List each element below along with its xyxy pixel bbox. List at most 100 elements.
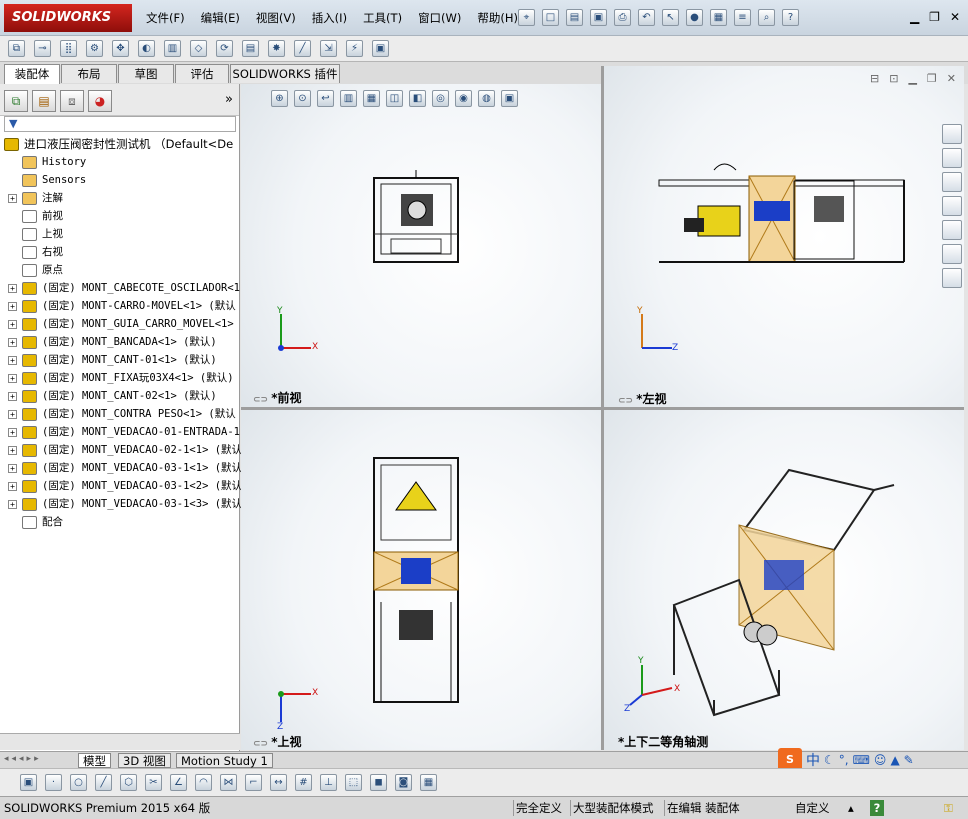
- appearance-manager-icon[interactable]: ◕: [88, 90, 112, 112]
- expand-icon[interactable]: +: [8, 392, 17, 401]
- tree-item[interactable]: 右视: [0, 244, 63, 261]
- new-document-icon[interactable]: □: [542, 9, 559, 26]
- tab-layout[interactable]: 布局: [61, 64, 117, 83]
- expand-icon[interactable]: +: [8, 338, 17, 347]
- tree-item[interactable]: + 注解: [0, 190, 63, 207]
- expand-icon[interactable]: +: [8, 482, 17, 491]
- tab-model[interactable]: 模型: [78, 753, 111, 768]
- smart-fastener-icon[interactable]: ⚙: [86, 40, 103, 57]
- chevron-up-icon[interactable]: ▴: [848, 800, 854, 816]
- tree-item[interactable]: + (固定) MONT_BANCADA<1> (默认): [0, 334, 217, 351]
- expand-icon[interactable]: +: [8, 320, 17, 329]
- viewport-front[interactable]: ⊕ ⊙ ↩ ▥ ▦ ◫ ◧ ◎ ◉ ◍ ▣ Y X ⊂⊃ *前视: [241, 84, 601, 407]
- expand-icon[interactable]: +: [8, 194, 17, 203]
- menu-view[interactable]: 视图(V): [256, 10, 296, 26]
- punctuation-icon[interactable]: °,: [839, 753, 849, 767]
- tree-item[interactable]: + (固定) MONT_VEDACAO-03-1<1> (默认: [0, 460, 242, 477]
- viewport-top[interactable]: X Z ⊂⊃ *上视: [241, 410, 601, 750]
- snapshot-icon[interactable]: ▣: [372, 40, 389, 57]
- reference-geometry-icon[interactable]: ◇: [190, 40, 207, 57]
- help-icon[interactable]: ?: [782, 9, 799, 26]
- menu-help[interactable]: 帮助(H): [477, 10, 518, 26]
- tree-item[interactable]: + (固定) MONT_VEDACAO-02-1<1> (默认: [0, 442, 242, 459]
- dimension-icon[interactable]: ↔: [270, 774, 287, 791]
- save-icon[interactable]: ▣: [590, 9, 607, 26]
- move-component-icon[interactable]: ✥: [112, 40, 129, 57]
- linear-pattern-icon[interactable]: ⣿: [60, 40, 77, 57]
- table-icon[interactable]: ▦: [420, 774, 437, 791]
- tools-icon[interactable]: ✎: [904, 753, 914, 767]
- restore-icon[interactable]: ❐: [929, 10, 940, 24]
- tab-scroll-arrows[interactable]: ◂◂◂▸▸: [4, 754, 42, 764]
- expand-icon[interactable]: +: [8, 410, 17, 419]
- instant3d-icon[interactable]: ⇲: [320, 40, 337, 57]
- tab-evaluate[interactable]: 评估: [175, 64, 229, 83]
- tree-horizontal-scrollbar[interactable]: [0, 733, 240, 750]
- menu-file[interactable]: 文件(F): [146, 10, 185, 26]
- moon-icon[interactable]: ☾: [824, 753, 835, 767]
- tree-item[interactable]: + (固定) MONT_VEDACAO-03-1<2> (默认: [0, 478, 242, 495]
- file-properties-icon[interactable]: ▦: [710, 9, 727, 26]
- tree-item[interactable]: + (固定) MONT_GUIA_CARRO_MOVEL<1>: [0, 316, 234, 333]
- arc-icon[interactable]: ◠: [195, 774, 212, 791]
- solidworks-logo[interactable]: SOLIDWORKS: [4, 4, 132, 32]
- tab-motion-study[interactable]: Motion Study 1: [176, 753, 273, 768]
- snapshot-icon[interactable]: ◙: [395, 774, 412, 791]
- angle-icon[interactable]: ∠: [170, 774, 187, 791]
- point-icon[interactable]: ·: [45, 774, 62, 791]
- tree-item[interactable]: + (固定) MONT_CABECOTE_OSCILADOR<1: [0, 280, 240, 297]
- menu-edit[interactable]: 编辑(E): [201, 10, 240, 26]
- mate-icon[interactable]: ⊸: [34, 40, 51, 57]
- property-manager-icon[interactable]: ▤: [32, 90, 56, 112]
- expand-icon[interactable]: +: [8, 500, 17, 509]
- keyboard-icon[interactable]: ⌨: [853, 753, 870, 767]
- open-icon[interactable]: ▤: [566, 9, 583, 26]
- tree-item[interactable]: Sensors: [0, 172, 86, 189]
- tree-item[interactable]: 原点: [0, 262, 63, 279]
- tree-filter-input[interactable]: ▼: [4, 116, 236, 132]
- menu-window[interactable]: 窗口(W): [418, 10, 461, 26]
- select-icon[interactable]: ↖: [662, 9, 679, 26]
- new-motion-study-icon[interactable]: ⟳: [216, 40, 233, 57]
- update-speedpak-icon[interactable]: ⚡: [346, 40, 363, 57]
- corner-icon[interactable]: ⌐: [245, 774, 262, 791]
- explode-line-icon[interactable]: ╱: [294, 40, 311, 57]
- solidworks-forum-icon[interactable]: [942, 268, 962, 288]
- viewport-horizontal-splitter[interactable]: [241, 407, 964, 410]
- bill-of-materials-icon[interactable]: ▤: [242, 40, 259, 57]
- expand-icon[interactable]: +: [8, 374, 17, 383]
- print-icon[interactable]: ⎙: [614, 9, 631, 26]
- file-explorer-icon[interactable]: [942, 172, 962, 192]
- expand-icon[interactable]: +: [8, 464, 17, 473]
- tree-item[interactable]: + (固定) MONT_VEDACAO-01-ENTRADA-1: [0, 424, 240, 441]
- tree-item[interactable]: 前视: [0, 208, 63, 225]
- polygon-icon[interactable]: ⬡: [120, 774, 137, 791]
- lock-icon[interactable]: ⚿: [944, 800, 953, 816]
- save-icon[interactable]: ▣: [20, 774, 37, 791]
- cube-icon[interactable]: ⬚: [345, 774, 362, 791]
- circle-icon[interactable]: ○: [70, 774, 87, 791]
- assembly-features-icon[interactable]: ▥: [164, 40, 181, 57]
- expand-icon[interactable]: +: [8, 356, 17, 365]
- tree-item[interactable]: + (固定) MONT_CONTRA PESO<1> (默认: [0, 406, 236, 423]
- feature-tree-icon[interactable]: ⧉: [4, 90, 28, 112]
- trim-icon[interactable]: ✂: [145, 774, 162, 791]
- menu-insert[interactable]: 插入(I): [312, 10, 347, 26]
- quick-tips-icon[interactable]: ?: [870, 800, 884, 816]
- tree-item[interactable]: + (固定) MONT-CARRO-MOVEL<1> (默认: [0, 298, 236, 315]
- mirror-icon[interactable]: ⋈: [220, 774, 237, 791]
- unit-system[interactable]: 自定义: [795, 800, 830, 816]
- undo-icon[interactable]: ↶: [638, 9, 655, 26]
- expand-icon[interactable]: +: [8, 302, 17, 311]
- minimize-icon[interactable]: ▁: [910, 10, 919, 24]
- exploded-view-icon[interactable]: ✸: [268, 40, 285, 57]
- tree-item[interactable]: + (固定) MONT_CANT-01<1> (默认): [0, 352, 217, 369]
- tab-assembly[interactable]: 装配体: [4, 64, 60, 84]
- search-commands-icon[interactable]: ⌕: [758, 9, 775, 26]
- configuration-manager-icon[interactable]: ⧈: [60, 90, 84, 112]
- tree-item[interactable]: 上视: [0, 226, 63, 243]
- options-icon[interactable]: ≡: [734, 9, 751, 26]
- tree-item[interactable]: History: [0, 154, 86, 171]
- grid-icon[interactable]: #: [295, 774, 312, 791]
- viewport-left[interactable]: ⊟ ⊡ ▁ ❐ ✕ Y Z ⊂⊃ *左视: [604, 66, 964, 407]
